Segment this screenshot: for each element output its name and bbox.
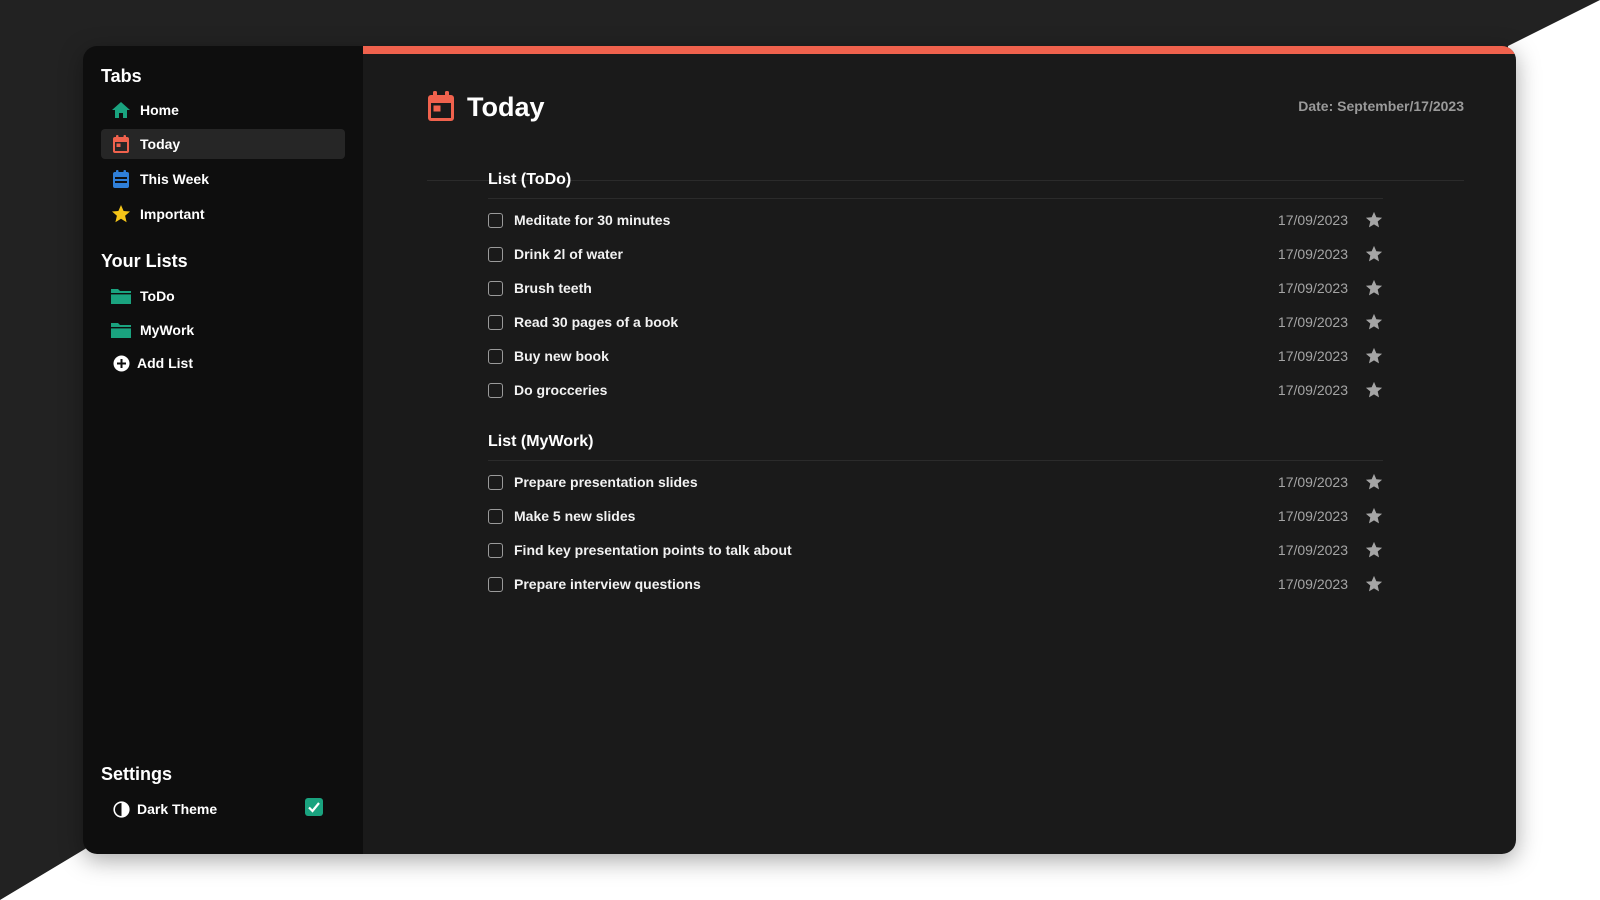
dark-theme-label: Dark Theme	[137, 801, 218, 817]
task-date: 17/09/2023	[1277, 508, 1348, 524]
star-icon[interactable]	[1365, 313, 1383, 336]
task-date: 17/09/2023	[1277, 246, 1348, 262]
task-date: 17/09/2023	[1277, 542, 1348, 558]
plus-circle-icon	[111, 353, 131, 373]
app-window: Tabs Home Today This Week Important Your…	[83, 46, 1516, 854]
task-text: Prepare presentation slides	[514, 474, 698, 490]
task-row[interactable]: Drink 2l of water 17/09/2023	[488, 237, 1383, 271]
star-icon[interactable]	[1365, 211, 1383, 234]
star-icon[interactable]	[1365, 245, 1383, 268]
star-icon[interactable]	[1365, 347, 1383, 370]
sidebar-item-important[interactable]: Important	[101, 199, 345, 229]
current-date: Date: September/17/2023	[1298, 98, 1464, 114]
list-section-title: List (MyWork)	[488, 430, 1383, 461]
task-checkbox[interactable]	[488, 474, 503, 490]
your-lists-heading: Your Lists	[101, 251, 188, 271]
settings-heading: Settings	[101, 764, 173, 784]
calendar-icon	[427, 90, 455, 127]
task-date: 17/09/2023	[1277, 382, 1348, 398]
task-row[interactable]: Read 30 pages of a book 17/09/2023	[488, 305, 1383, 339]
task-text: Meditate for 30 minutes	[514, 212, 671, 228]
task-date: 17/09/2023	[1277, 474, 1348, 490]
task-text: Read 30 pages of a book	[514, 314, 679, 330]
sidebar-item-label: Home	[140, 102, 179, 118]
calendar-icon	[111, 134, 131, 154]
task-date: 17/09/2023	[1277, 314, 1348, 330]
contrast-icon	[111, 799, 131, 819]
task-text: Drink 2l of water	[514, 246, 623, 262]
task-date: 17/09/2023	[1277, 576, 1348, 592]
task-row[interactable]: Find key presentation points to talk abo…	[488, 533, 1383, 567]
accent-bar	[363, 46, 1516, 54]
task-text: Brush teeth	[514, 280, 592, 296]
task-checkbox[interactable]	[488, 212, 503, 228]
star-icon	[111, 204, 131, 224]
star-icon[interactable]	[1365, 381, 1383, 404]
star-icon[interactable]	[1365, 541, 1383, 564]
folder-icon	[111, 320, 131, 340]
sidebar-item-label: MyWork	[140, 322, 195, 338]
star-icon[interactable]	[1365, 575, 1383, 598]
list-section: List (MyWork) Prepare presentation slides…	[488, 430, 1383, 601]
sidebar-item-label: Today	[140, 136, 181, 152]
dark-theme-setting[interactable]: Dark Theme	[101, 794, 345, 824]
tabs-heading: Tabs	[101, 66, 142, 86]
task-text: Prepare interview questions	[514, 576, 701, 592]
task-text: Make 5 new slides	[514, 508, 636, 524]
task-checkbox[interactable]	[488, 314, 503, 330]
dark-theme-checkbox[interactable]	[305, 798, 323, 816]
home-icon	[111, 100, 131, 120]
sidebar-item-list-todo[interactable]: ToDo	[101, 281, 345, 311]
main-content: Today Date: September/17/2023 List (ToDo…	[363, 46, 1516, 854]
sidebar: Tabs Home Today This Week Important Your…	[83, 46, 363, 854]
star-icon[interactable]	[1365, 507, 1383, 530]
task-row[interactable]: Brush teeth 17/09/2023	[488, 271, 1383, 305]
list-section-title: List (ToDo)	[488, 168, 1383, 199]
task-checkbox[interactable]	[488, 280, 503, 296]
task-row[interactable]: Do grocceries 17/09/2023	[488, 373, 1383, 407]
task-text: Buy new book	[514, 348, 609, 364]
task-row[interactable]: Make 5 new slides 17/09/2023	[488, 499, 1383, 533]
sidebar-item-home[interactable]: Home	[101, 95, 345, 125]
star-icon[interactable]	[1365, 279, 1383, 302]
page-title: Today	[467, 92, 545, 122]
add-list-label: Add List	[137, 355, 193, 371]
add-list-button[interactable]: Add List	[101, 348, 345, 378]
task-row[interactable]: Prepare interview questions 17/09/2023	[488, 567, 1383, 601]
sidebar-item-today[interactable]: Today	[101, 129, 345, 159]
task-checkbox[interactable]	[488, 508, 503, 524]
task-date: 17/09/2023	[1277, 348, 1348, 364]
task-checkbox[interactable]	[488, 382, 503, 398]
star-icon[interactable]	[1365, 473, 1383, 496]
calendar-week-icon	[111, 169, 131, 189]
task-text: Do grocceries	[514, 382, 608, 398]
task-row[interactable]: Buy new book 17/09/2023	[488, 339, 1383, 373]
task-date: 17/09/2023	[1277, 212, 1348, 228]
task-checkbox[interactable]	[488, 542, 503, 558]
task-checkbox[interactable]	[488, 576, 503, 592]
task-checkbox[interactable]	[488, 246, 503, 262]
task-row[interactable]: Prepare presentation slides 17/09/2023	[488, 465, 1383, 499]
page-header: Today Date: September/17/2023	[427, 84, 1464, 181]
task-row[interactable]: Meditate for 30 minutes 17/09/2023	[488, 203, 1383, 237]
folder-icon	[111, 286, 131, 306]
task-text: Find key presentation points to talk abo…	[514, 542, 792, 558]
sidebar-item-label: ToDo	[140, 288, 175, 304]
sidebar-item-label: Important	[140, 206, 205, 222]
task-checkbox[interactable]	[488, 348, 503, 364]
sidebar-item-label: This Week	[140, 171, 209, 187]
sidebar-item-list-mywork[interactable]: MyWork	[101, 315, 345, 345]
sidebar-item-this-week[interactable]: This Week	[101, 164, 345, 194]
task-date: 17/09/2023	[1277, 280, 1348, 296]
list-section: List (ToDo) Meditate for 30 minutes 17/09/…	[488, 168, 1383, 407]
